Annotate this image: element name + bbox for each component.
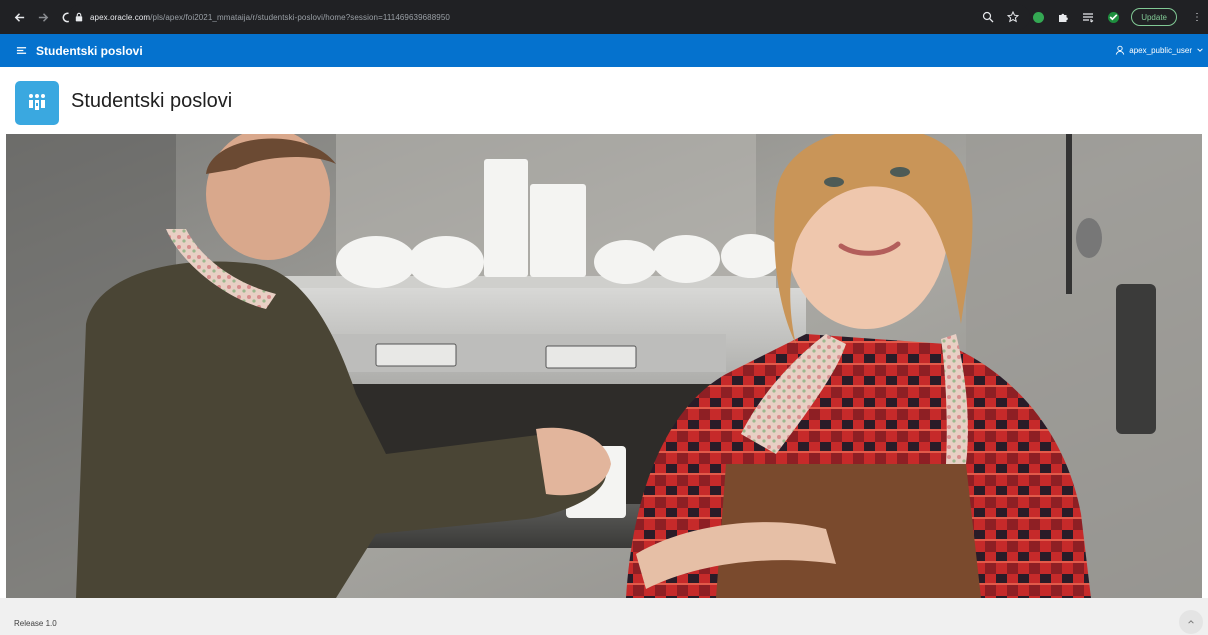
- app-header: Studentski poslovi apex_public_user: [0, 34, 1208, 67]
- address-bar[interactable]: apex.oracle.com/pls/apex/foi2021_mmataij…: [68, 4, 1030, 30]
- extension-icon[interactable]: [1031, 10, 1045, 24]
- puzzle-icon[interactable]: [1056, 10, 1070, 24]
- hamburger-menu-icon[interactable]: [8, 34, 34, 67]
- url-path: /pls/apex/foi2021_mmataija/r/studentski-…: [150, 12, 450, 22]
- url-host: apex.oracle.com: [90, 12, 151, 22]
- url-text[interactable]: apex.oracle.com/pls/apex/foi2021_mmataij…: [90, 13, 450, 22]
- release-label: Release 1.0: [14, 619, 57, 628]
- lock-icon[interactable]: [74, 11, 84, 23]
- back-arrow-icon[interactable]: [10, 8, 28, 26]
- update-button[interactable]: Update: [1131, 8, 1177, 26]
- forward-arrow-icon[interactable]: [34, 8, 52, 26]
- app-title[interactable]: Studentski poslovi: [36, 44, 143, 58]
- people-icon: [15, 81, 59, 125]
- chevron-up-icon[interactable]: [1179, 610, 1203, 634]
- page-title: Studentski poslovi: [71, 90, 233, 112]
- reading-list-icon[interactable]: [1081, 10, 1095, 24]
- user-name: apex_public_user: [1129, 46, 1192, 55]
- browser-actions: Update ⋮: [981, 0, 1208, 34]
- hero-image: [6, 134, 1202, 598]
- more-icon[interactable]: ⋮: [1192, 12, 1202, 23]
- star-icon[interactable]: [1006, 10, 1020, 24]
- check-extension-icon[interactable]: [1106, 10, 1120, 24]
- footer: Release 1.0: [0, 598, 1208, 635]
- zoom-icon[interactable]: [981, 10, 995, 24]
- chevron-down-icon: [1196, 46, 1204, 56]
- user-menu[interactable]: apex_public_user: [1115, 34, 1204, 67]
- title-region: Studentski poslovi: [0, 67, 1208, 134]
- browser-toolbar: apex.oracle.com/pls/apex/foi2021_mmataij…: [0, 0, 1208, 34]
- user-icon: [1115, 45, 1125, 57]
